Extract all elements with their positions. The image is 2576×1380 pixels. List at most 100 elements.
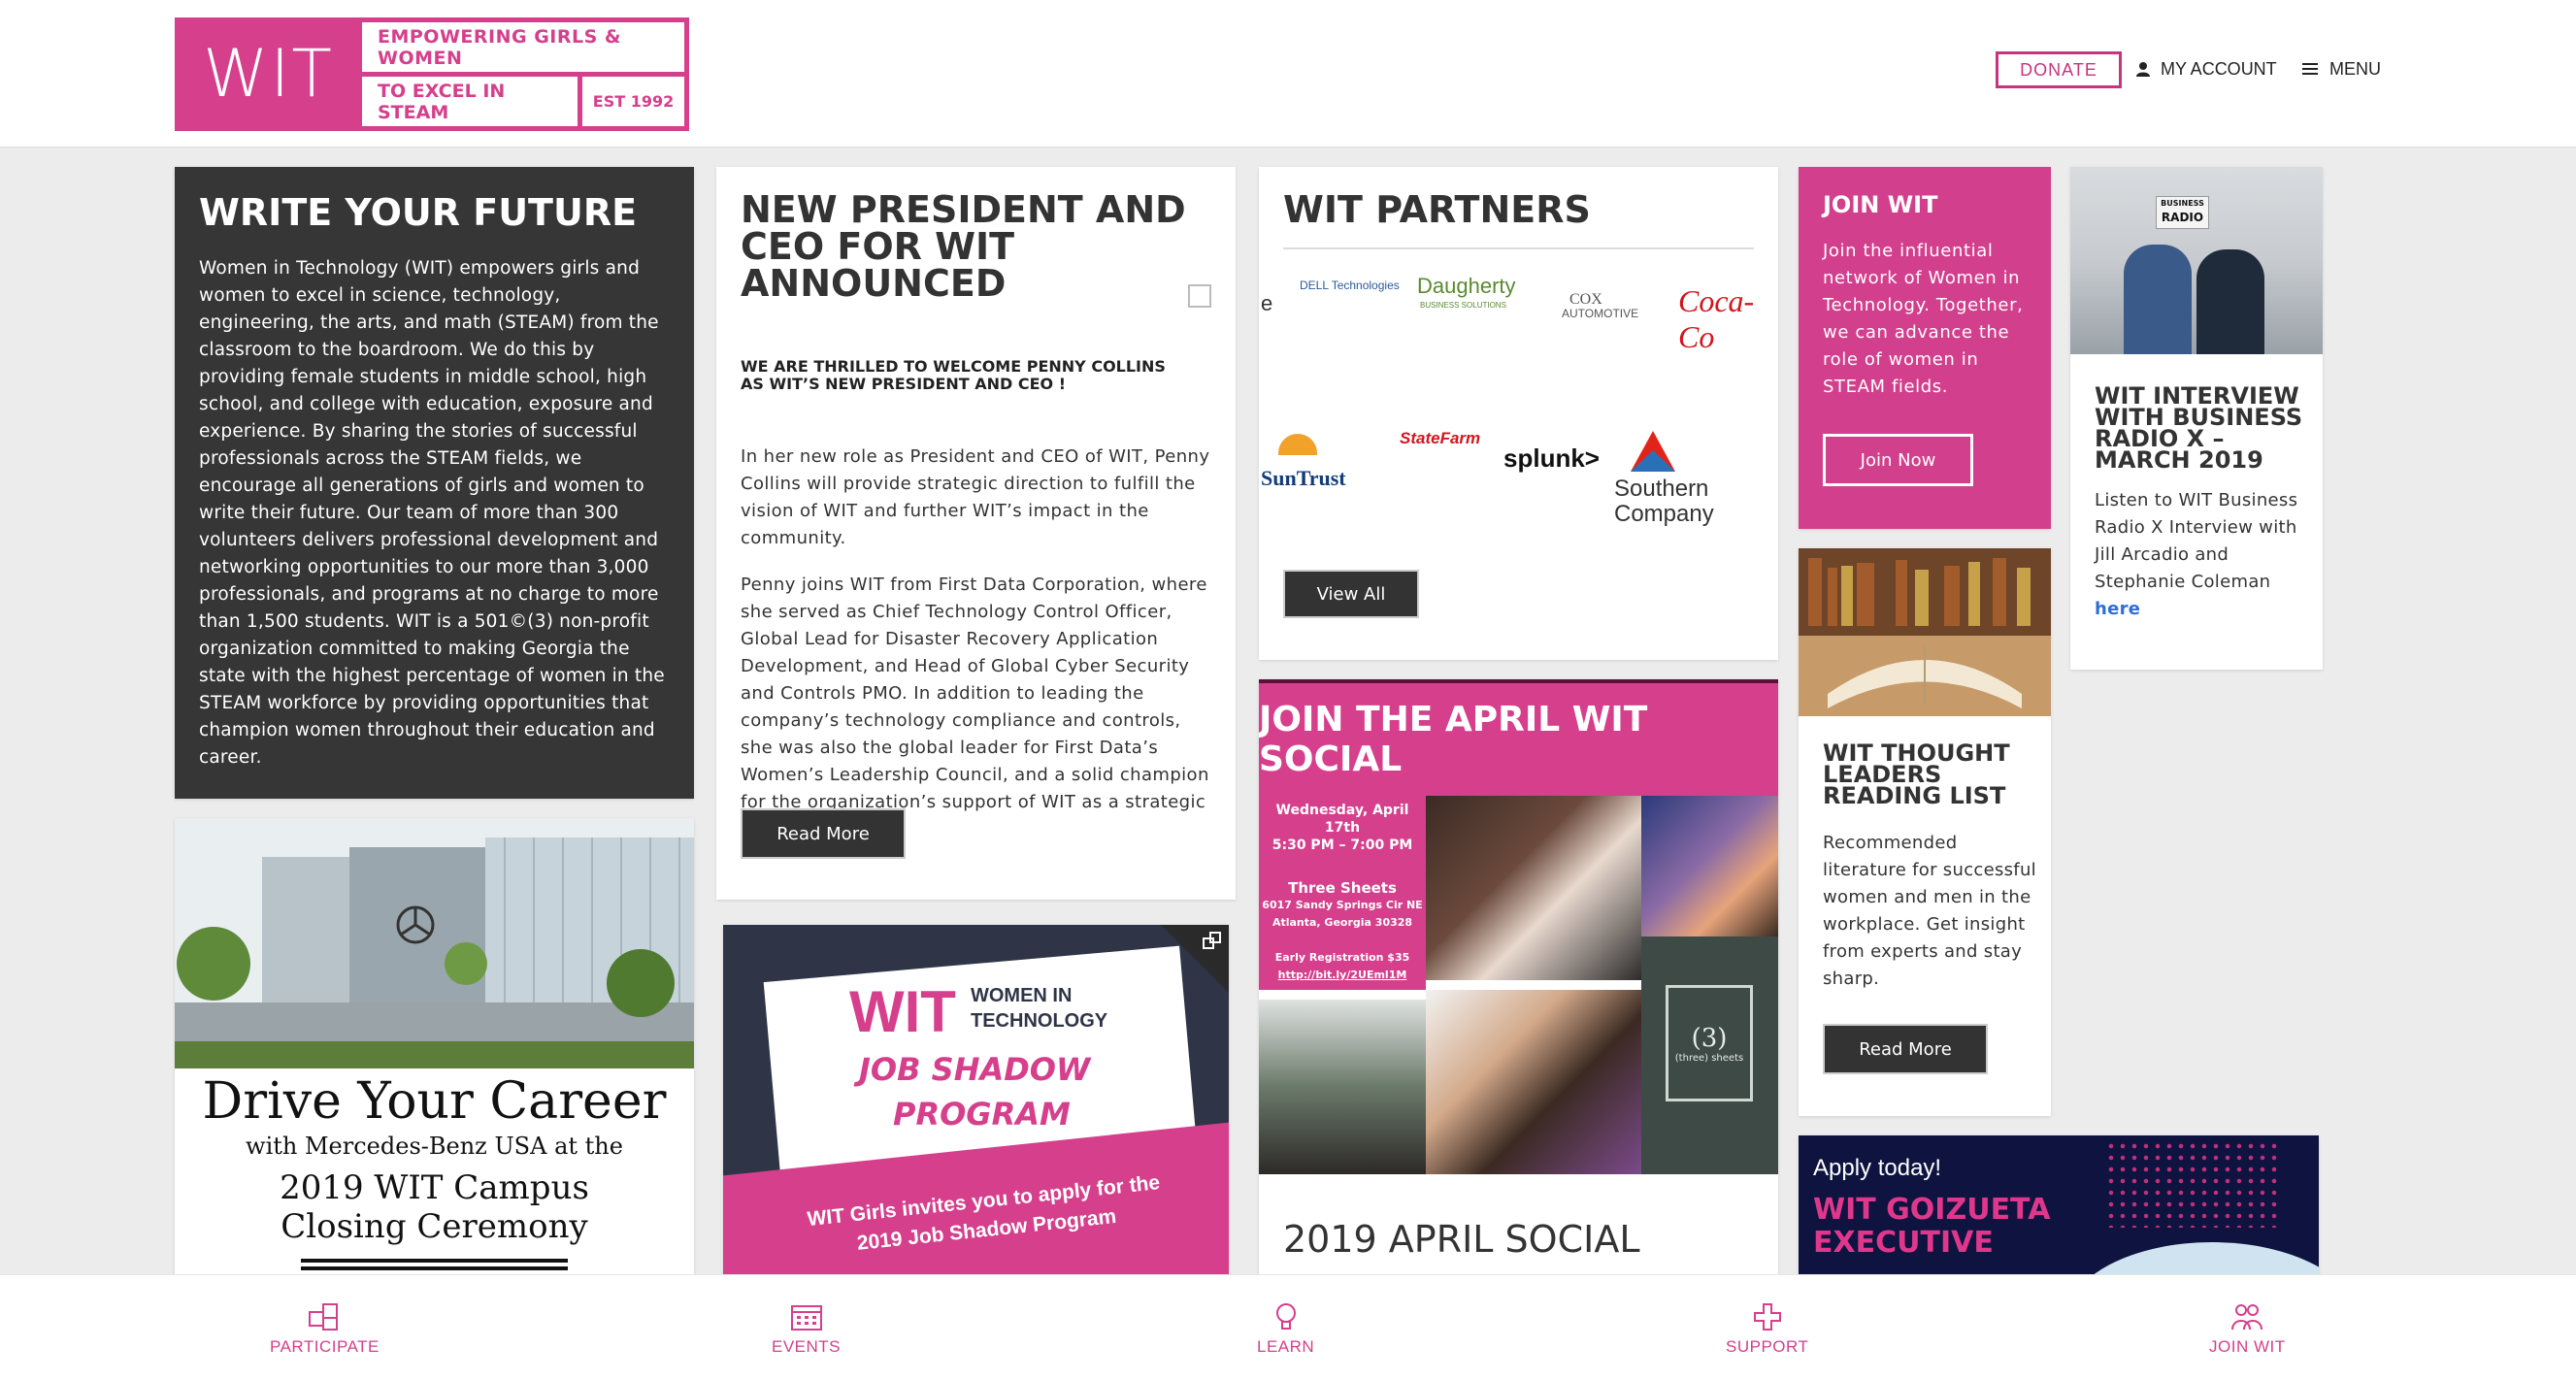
write-future-body: Women in Technology (WIT) empowers girls…	[199, 258, 665, 768]
join-wit-card: JOIN WIT Join the influential network of…	[1799, 167, 2051, 529]
drive-career-card[interactable]: Drive Your Career with Mercedes-Benz USA…	[175, 818, 694, 1284]
southern-company-sub: Company	[1614, 501, 1714, 527]
goizueta-title: WIT GOIZUETA EXECUTIVE	[1813, 1193, 2051, 1260]
nav-join-label: JOIN WIT	[2209, 1337, 2286, 1356]
radio-interview-card: BUSINESS RADIO WIT INTERVIEW WITH BUSINE…	[2070, 167, 2323, 670]
gallery-icon	[1203, 932, 1221, 949]
job-women-in: WOMEN IN	[971, 985, 1073, 1006]
radio-sign-line2: RADIO	[2161, 211, 2204, 224]
drive-line2: Closing Ceremony	[281, 1207, 588, 1246]
divider	[301, 1266, 568, 1270]
site-header: WIT EMPOWERING GIRLS & WOMEN TO EXCEL IN…	[0, 0, 2576, 148]
thought-title: WIT THOUGHT LEADERS READING LIST	[1823, 739, 2010, 809]
partner-logo-partial[interactable]: e	[1261, 291, 1272, 316]
goizueta-card[interactable]: Apply today! WIT GOIZUETA EXECUTIVE	[1799, 1135, 2319, 1284]
nav-support-label: SUPPORT	[1726, 1337, 1809, 1356]
join-body: Join the influential network of Women in…	[1823, 241, 2024, 397]
nav-support[interactable]: SUPPORT	[1726, 1302, 1808, 1357]
nav-events[interactable]: EVENTS	[772, 1302, 841, 1357]
social-title: 2019 APRIL SOCIAL	[1283, 1218, 1640, 1261]
job-shadow-line1: JOB SHADOW	[859, 1051, 1091, 1088]
nav-participate[interactable]: PARTICIPATE	[270, 1302, 380, 1357]
plus-cross-icon	[1753, 1303, 1781, 1331]
people-icon	[2231, 1304, 2263, 1331]
nav-events-label: EVENTS	[772, 1337, 842, 1356]
checkbox[interactable]	[1188, 284, 1211, 308]
president-announcement-card: NEW PRESIDENT AND CEO FOR WIT ANNOUNCED …	[716, 167, 1236, 900]
person-right	[2196, 249, 2264, 354]
drive-subtitle: with Mercedes-Benz USA at the	[246, 1133, 623, 1160]
radio-sign-line1: BUSINESS	[2161, 199, 2204, 208]
partners-title: WIT PARTNERS	[1283, 191, 1754, 249]
divider	[301, 1259, 568, 1263]
southern-company-triangle-icon	[1631, 431, 1675, 472]
president-paragraph-1: In her new role as President and CEO of …	[741, 446, 1210, 548]
job-shadow-line2: PROGRAM	[893, 1096, 1071, 1133]
president-title: NEW PRESIDENT AND CEO FOR WIT ANNOUNCED	[741, 188, 1186, 305]
radio-here-link[interactable]: here	[2095, 599, 2140, 619]
suntrust-logo[interactable]: SunTrust	[1261, 466, 1346, 491]
wit-logo[interactable]: WIT EMPOWERING GIRLS & WOMEN TO EXCEL IN…	[175, 17, 689, 131]
user-icon	[2136, 62, 2150, 77]
daugherty-sub: BUSINESS SOLUTIONS	[1420, 301, 1506, 310]
logo-est: EST 1992	[592, 92, 675, 111]
drive-title: Drive Your Career	[202, 1072, 667, 1131]
suntrust-sun-icon	[1278, 434, 1317, 455]
my-account-link[interactable]: MY ACCOUNT	[2135, 54, 2277, 83]
write-future-title: WRITE YOUR FUTURE	[199, 191, 638, 234]
april-social-card[interactable]: JOIN THE APRIL WIT SOCIAL Wednesday, Apr…	[1259, 679, 1778, 1284]
social-photo	[1426, 990, 1641, 1174]
dot-pattern	[2105, 1140, 2280, 1228]
social-info-panel: Wednesday, April 17th 5:30 PM – 7:00 PM …	[1259, 796, 1426, 990]
cocacola-logo[interactable]: Coca-Co	[1678, 283, 1778, 355]
view-all-button[interactable]: View All	[1283, 570, 1419, 618]
calendar-icon	[790, 1305, 822, 1331]
thought-read-more-button[interactable]: Read More	[1823, 1024, 1988, 1074]
social-photo	[1641, 796, 1778, 936]
lightbulb-icon	[1275, 1303, 1296, 1330]
social-address1: 6017 Sandy Springs Cir NE	[1262, 899, 1423, 911]
menu-button[interactable]: MENU	[2302, 54, 2381, 83]
social-date: Wednesday, April 17th	[1275, 803, 1409, 836]
bottom-nav: PARTICIPATE EVENTS LEARN SUPPORT JOIN WI…	[0, 1274, 2576, 1380]
social-early: Early Registration $35	[1274, 951, 1410, 964]
daugherty-logo[interactable]: Daugherty	[1417, 274, 1516, 299]
person-left	[2124, 245, 2192, 354]
social-venue: Three Sheets	[1288, 879, 1397, 897]
southern-company-logo[interactable]: Southern	[1614, 476, 1708, 503]
thought-body: Recommended literature for successful wo…	[1823, 833, 2036, 989]
radio-interview-photo: BUSINESS RADIO	[2070, 167, 2323, 354]
social-link[interactable]: http://bit.ly/2UEml1M	[1259, 967, 1426, 984]
logo-tagline: EMPOWERING GIRLS & WOMEN	[357, 22, 684, 77]
nav-participate-label: PARTICIPATE	[270, 1337, 380, 1356]
thought-leaders-card: WIT THOUGHT LEADERS READING LIST Recomme…	[1799, 548, 2051, 1116]
sign-text: (three) sheets	[1674, 1052, 1744, 1064]
donate-button[interactable]: DONATE	[1996, 51, 2122, 88]
social-sign-photo: (3) (three) sheets	[1641, 936, 1778, 1174]
participate-icon	[309, 1303, 339, 1331]
social-address2: Atlanta, Georgia 30328	[1271, 916, 1413, 929]
social-photo	[1259, 1000, 1426, 1174]
nav-join[interactable]: JOIN WIT	[2209, 1302, 2286, 1357]
menu-label: MENU	[2329, 58, 2381, 79]
drive-line1: 2019 WIT Campus	[280, 1168, 589, 1207]
nav-learn-label: LEARN	[1257, 1337, 1315, 1356]
mercedes-building-photo	[175, 818, 694, 1068]
job-wit-word: WIT	[849, 979, 956, 1044]
logo-tagline-2: TO EXCEL IN STEAM	[362, 77, 582, 126]
logo-mark: WIT	[180, 22, 357, 126]
read-more-button[interactable]: Read More	[741, 808, 906, 859]
nav-learn[interactable]: LEARN	[1257, 1302, 1314, 1357]
hamburger-icon	[2302, 63, 2318, 75]
join-now-button[interactable]: Join Now	[1823, 434, 1973, 486]
my-account-label: MY ACCOUNT	[2161, 58, 2277, 79]
social-photo	[1426, 796, 1641, 980]
social-banner: JOIN THE APRIL WIT SOCIAL	[1259, 679, 1778, 796]
social-time: 5:30 PM – 7:00 PM	[1271, 838, 1413, 853]
splunk-logo[interactable]: splunk>	[1503, 444, 1600, 474]
job-shadow-card[interactable]: WIT WOMEN IN TECHNOLOGY JOB SHADOW PROGR…	[723, 925, 1229, 1284]
statefarm-logo[interactable]: StateFarm	[1400, 429, 1480, 448]
dell-logo[interactable]: DELL Technologies	[1300, 279, 1400, 292]
job-technology: TECHNOLOGY	[971, 1010, 1108, 1032]
join-title: JOIN WIT	[1823, 191, 1938, 218]
